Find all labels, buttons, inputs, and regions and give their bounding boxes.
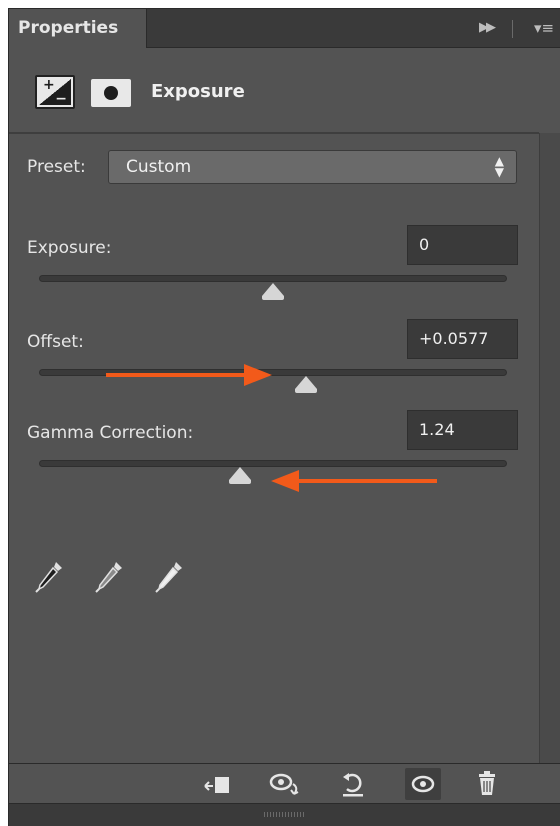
exposure-field[interactable]: 0 <box>407 225 518 265</box>
reset-icon[interactable] <box>335 768 371 800</box>
gray-point-eyedropper-icon[interactable] <box>94 560 124 594</box>
preset-select[interactable]: Custom ▲ ▼ <box>108 150 517 184</box>
exposure-label: Exposure: <box>27 238 112 258</box>
gamma-slider-track[interactable] <box>39 460 507 467</box>
tab-properties[interactable]: Properties <box>9 9 147 48</box>
layer-mask-icon[interactable] <box>91 79 131 107</box>
divider <box>9 132 539 134</box>
resize-grip-icon[interactable] <box>264 812 304 817</box>
offset-label: Offset: <box>27 332 84 352</box>
offset-annotation-arrow <box>106 373 246 377</box>
gamma-field[interactable]: 1.24 <box>407 410 518 450</box>
toggle-visibility-icon[interactable] <box>405 768 441 800</box>
clip-to-layer-icon[interactable] <box>199 768 235 800</box>
adjustment-layer-icon[interactable]: + − <box>35 75 75 109</box>
exposure-slider-thumb[interactable] <box>262 283 284 300</box>
collapse-icon[interactable]: ▶▶ <box>479 9 496 47</box>
bottom-toolbar <box>9 763 560 804</box>
panel-menu-icon[interactable]: ▾≡ <box>534 9 554 47</box>
offset-annotation-arrowhead <box>244 364 272 386</box>
preset-value: Custom <box>126 157 192 177</box>
gamma-slider-thumb[interactable] <box>229 467 252 484</box>
view-previous-state-icon[interactable] <box>267 768 303 800</box>
white-point-eyedropper-icon[interactable] <box>154 560 184 594</box>
exposure-slider-track[interactable] <box>39 275 507 282</box>
preset-label: Preset: <box>27 157 86 177</box>
gamma-annotation-arrow <box>297 479 437 483</box>
properties-panel: Properties ▶▶ ▾≡ + − Exposure Preset: Cu… <box>8 8 560 826</box>
gamma-annotation-arrowhead <box>271 470 299 492</box>
select-arrows-icon: ▲ ▼ <box>494 154 504 179</box>
offset-field[interactable]: +0.0577 <box>407 319 518 359</box>
offset-slider-thumb[interactable] <box>294 376 317 393</box>
black-point-eyedropper-icon[interactable] <box>34 560 64 594</box>
adjustment-title: Exposure <box>151 81 245 102</box>
tab-separator <box>512 20 513 38</box>
delete-icon[interactable] <box>469 768 505 800</box>
scrollbar[interactable] <box>539 133 560 763</box>
panel-tab-strip: Properties ▶▶ ▾≡ <box>9 9 560 48</box>
resize-strip[interactable] <box>9 803 560 826</box>
gamma-label: Gamma Correction: <box>27 423 194 443</box>
